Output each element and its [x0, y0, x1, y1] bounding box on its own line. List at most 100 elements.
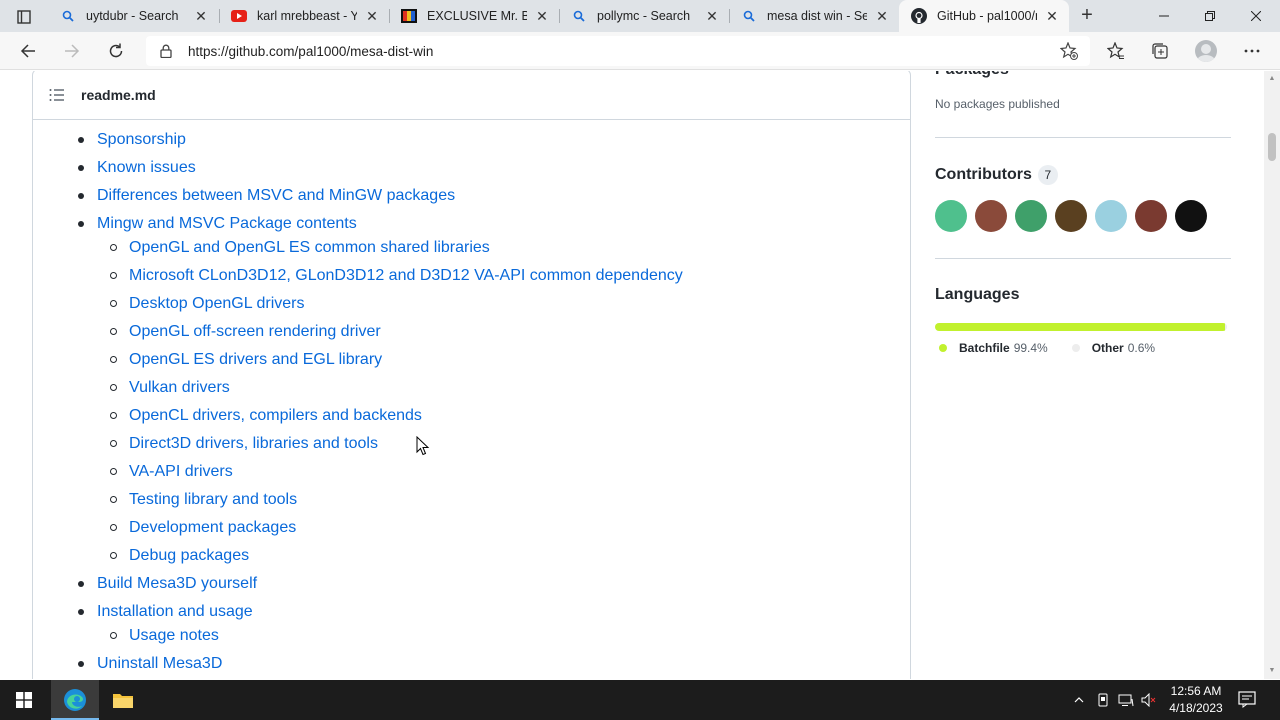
new-tab-button[interactable]: + [1076, 5, 1098, 27]
contributor-avatar[interactable] [1095, 200, 1127, 232]
toc-item: VA-API drivers [65, 459, 683, 487]
device-icon[interactable] [1095, 692, 1111, 708]
toc-link[interactable]: Testing library and tools [129, 491, 297, 508]
toc-link[interactable]: Installation and usage [97, 603, 253, 620]
outline-list-icon[interactable] [49, 87, 65, 103]
toc-link[interactable]: OpenCL drivers, compilers and backends [129, 407, 422, 424]
favorites-icon[interactable] [1103, 39, 1129, 63]
url-text[interactable]: https://github.com/pal1000/mesa-dist-win [188, 44, 433, 59]
edge-icon[interactable] [51, 680, 99, 720]
back-arrow-icon[interactable] [15, 39, 41, 63]
toc-link[interactable]: Sponsorship [97, 131, 186, 148]
contributor-avatar[interactable] [1055, 200, 1087, 232]
contributors-heading[interactable]: Contributors 7 [935, 165, 1058, 185]
search-icon [741, 8, 757, 24]
volume-muted-icon[interactable] [1141, 692, 1157, 708]
toc-link[interactable]: VA-API drivers [129, 463, 233, 480]
circle-bullet-icon [110, 272, 117, 279]
toc-link[interactable]: Differences between MSVC and MinGW packa… [97, 187, 455, 204]
page-scrollbar[interactable]: ▲ ▼ [1264, 71, 1280, 679]
toc-link[interactable]: OpenGL off-screen rendering driver [129, 323, 381, 340]
toc-link[interactable]: Direct3D drivers, libraries and tools [129, 435, 378, 452]
tab-actions-icon[interactable] [10, 7, 38, 27]
profile-avatar-icon[interactable] [1195, 40, 1217, 62]
browser-tab[interactable]: pollymc - Search ✕ [559, 0, 729, 32]
toc-link[interactable]: Microsoft CLonD3D12, GLonD3D12 and D3D12… [129, 267, 683, 284]
toc-link[interactable]: OpenGL ES drivers and EGL library [129, 351, 382, 368]
add-favorite-icon[interactable] [1060, 42, 1078, 60]
language-dot-icon [939, 344, 947, 352]
bullet-icon [78, 661, 84, 667]
close-tab-icon[interactable]: ✕ [703, 7, 721, 25]
forward-arrow-icon[interactable] [59, 39, 85, 63]
toc-item: OpenGL off-screen rendering driver [65, 319, 683, 347]
file-explorer-icon[interactable] [99, 680, 147, 720]
toc-link[interactable]: Usage notes [129, 627, 219, 644]
toc-link[interactable]: OpenGL and OpenGL ES common shared libra… [129, 239, 490, 256]
browser-tab[interactable]: EXCLUSIVE Mr. Bea ✕ [389, 0, 559, 32]
bullet-icon [78, 581, 84, 587]
bullet-icon [78, 609, 84, 615]
language-entry[interactable]: Other 0.6% [1071, 341, 1155, 355]
toc-item: Desktop OpenGL drivers [65, 291, 683, 319]
close-window-icon[interactable] [1233, 0, 1279, 32]
tab-title: karl mrebbeast - Yo [257, 9, 357, 23]
toc-link[interactable]: Development packages [129, 519, 296, 536]
refresh-icon[interactable] [103, 39, 129, 63]
toc-item: Usage notes [65, 623, 683, 651]
lock-icon[interactable] [158, 43, 174, 59]
toc-link[interactable]: Known issues [97, 159, 196, 176]
address-bar[interactable]: https://github.com/pal1000/mesa-dist-win [146, 36, 1090, 66]
scrollbar-thumb[interactable] [1268, 133, 1276, 161]
browser-tab-active[interactable]: GitHub - pal1000/m ✕ [899, 0, 1069, 32]
system-clock[interactable]: 12:56 AM 4/18/2023 [1160, 683, 1232, 717]
contributor-avatar[interactable] [935, 200, 967, 232]
contributor-avatar[interactable] [1135, 200, 1167, 232]
notification-icon[interactable] [1238, 690, 1258, 710]
circle-bullet-icon [110, 468, 117, 475]
contributor-avatar[interactable] [1175, 200, 1207, 232]
browser-tab[interactable]: mesa dist win - Sea ✕ [729, 0, 899, 32]
scroll-down-icon[interactable]: ▼ [1268, 667, 1276, 675]
collections-icon[interactable] [1147, 39, 1173, 63]
divider [935, 258, 1231, 259]
toc-link[interactable]: Debug packages [129, 547, 249, 564]
toc-item: Microsoft CLonD3D12, GLonD3D12 and D3D12… [65, 263, 683, 291]
browser-tab[interactable]: uytdubr - Search ✕ [48, 0, 218, 32]
clock-date: 4/18/2023 [1169, 701, 1223, 715]
chevron-up-icon[interactable] [1071, 692, 1087, 708]
close-tab-icon[interactable]: ✕ [363, 7, 381, 25]
more-menu-icon[interactable] [1239, 39, 1265, 63]
network-icon[interactable] [1118, 692, 1134, 708]
news-icon [401, 8, 417, 24]
browser-tab[interactable]: karl mrebbeast - Yo ✕ [219, 0, 389, 32]
windows-start-icon[interactable] [0, 680, 48, 720]
minimize-icon[interactable] [1141, 0, 1187, 32]
close-tab-icon[interactable]: ✕ [192, 7, 210, 25]
language-bar-segment [935, 323, 1226, 331]
language-name: Other [1091, 341, 1124, 355]
browser-toolbar: https://github.com/pal1000/mesa-dist-win [0, 32, 1280, 70]
close-tab-icon[interactable]: ✕ [533, 7, 551, 25]
close-tab-icon[interactable]: ✕ [873, 7, 891, 25]
circle-bullet-icon [110, 632, 117, 639]
toc-link[interactable]: Desktop OpenGL drivers [129, 295, 304, 312]
toc-link[interactable]: Uninstall Mesa3D [97, 655, 222, 672]
language-bar-segment [1225, 323, 1227, 331]
restore-icon[interactable] [1187, 0, 1233, 32]
language-entry[interactable]: Batchfile 99.4% [939, 341, 1048, 355]
clock-time: 12:56 AM [1170, 684, 1222, 698]
circle-bullet-icon [110, 244, 117, 251]
search-icon [571, 8, 587, 24]
contributor-avatar[interactable] [975, 200, 1007, 232]
toc-link[interactable]: Mingw and MSVC Package contents [97, 215, 357, 232]
toc-link[interactable]: Vulkan drivers [129, 379, 230, 396]
scroll-up-icon[interactable]: ▲ [1268, 75, 1276, 83]
packages-heading[interactable]: Packages [935, 71, 1009, 79]
close-tab-icon[interactable]: ✕ [1043, 7, 1061, 25]
toc-link[interactable]: Build Mesa3D yourself [97, 575, 257, 592]
contributor-avatar[interactable] [1015, 200, 1047, 232]
bullet-icon [78, 193, 84, 199]
circle-bullet-icon [110, 524, 117, 531]
toc-item: Testing library and tools [65, 487, 683, 515]
